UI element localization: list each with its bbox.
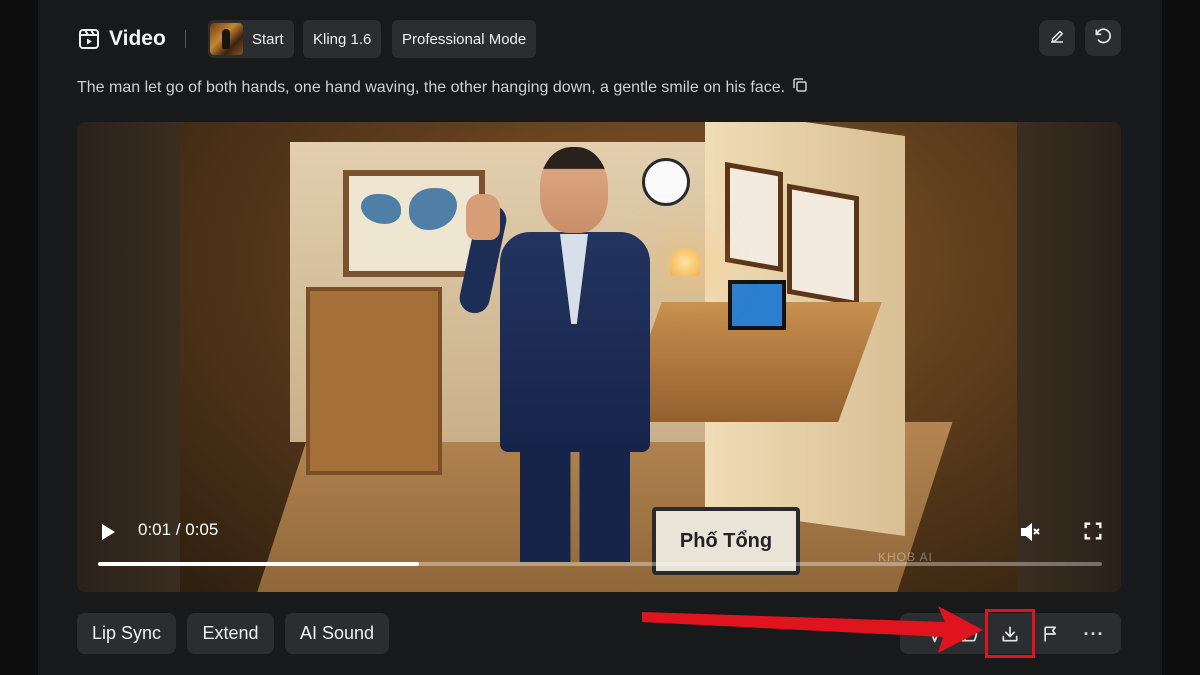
start-frame-thumbnail [210,23,243,55]
divider [185,30,186,48]
muted-speaker-icon[interactable] [1018,520,1042,544]
desk-lamp [670,248,700,276]
map-continent [361,194,401,224]
model-chip[interactable]: Kling 1.6 [303,20,382,58]
time-display: 0:01 / 0:05 [138,520,219,539]
thumbs-up-icon[interactable] [956,621,982,647]
mode-chip[interactable]: Professional Mode [392,20,537,58]
ai-sound-button[interactable]: AI Sound [285,613,389,654]
person-head [540,147,608,233]
more-icon[interactable]: ··· [1081,621,1107,647]
prompt-row: The man let go of both hands, one hand w… [77,76,809,99]
progress-bar[interactable] [98,562,1102,566]
video-player[interactable]: Phố Tổng KHOB AI 0:01 / 0:05 [77,122,1121,592]
pie-chart-picture [725,161,783,273]
world-map-picture [343,170,485,277]
send-icon[interactable] [920,621,946,647]
play-icon[interactable] [102,524,115,540]
undo-icon [1093,26,1113,51]
lip-sync-button[interactable]: Lip Sync [77,613,176,654]
bookshelf [306,287,442,475]
progress-fill [98,562,420,566]
extend-button[interactable]: Extend [187,613,274,654]
edit-button[interactable] [1039,20,1075,56]
line-chart-picture [787,183,859,307]
header: Video Start Kling 1.6 Professional Mode [77,20,1122,58]
video-icon [77,27,101,51]
title-group: Video [77,20,166,58]
pencil-icon [1048,27,1066,50]
download-highlight-box [985,609,1035,658]
page-title: Video [109,27,166,50]
prompt-text: The man let go of both hands, one hand w… [77,78,786,96]
copy-icon[interactable] [791,76,809,99]
computer-monitor [728,280,786,330]
player-controls: 0:01 / 0:05 [77,517,1121,547]
wall-clock [642,158,690,206]
fullscreen-icon[interactable] [1082,520,1104,542]
regenerate-button[interactable] [1085,20,1121,56]
map-continent [409,188,457,230]
waving-hand [466,194,500,240]
start-label: Start [252,30,284,48]
flag-icon[interactable] [1038,621,1064,647]
start-frame-chip[interactable]: Start [208,20,294,58]
